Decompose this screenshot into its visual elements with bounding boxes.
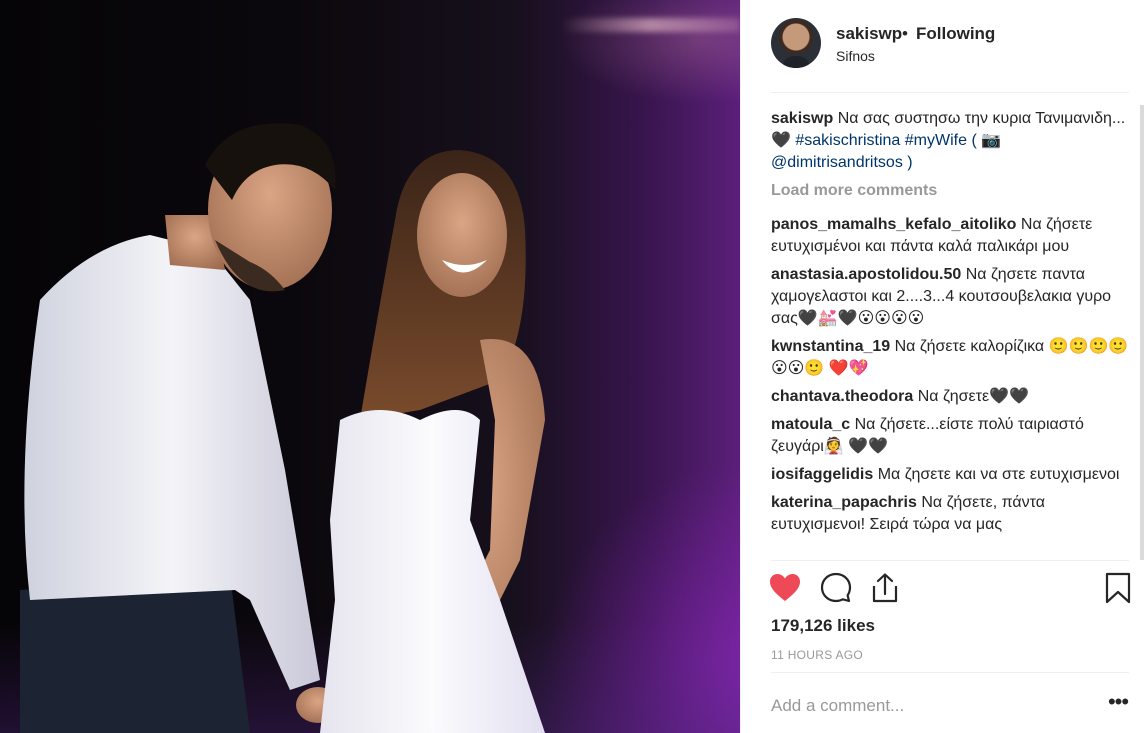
comments-scrollbar[interactable] — [1140, 105, 1144, 560]
post-header: sakiswp • Following Sifnos — [741, 0, 1144, 93]
bookmark-icon[interactable] — [1100, 570, 1136, 606]
comment-item: chantava.theodora Να ζησετε🖤🖤 — [771, 386, 1131, 408]
caption-paren-open: ( — [967, 132, 982, 149]
comment-item: kwnstantina_19 Να ζήσετε καλορίζικα 🙂🙂🙂🙂… — [771, 336, 1131, 380]
hashtag-link[interactable]: #myWife — [905, 132, 967, 149]
header-divider — [771, 92, 1129, 93]
woman-face — [417, 173, 507, 297]
comment-text: Να ζησετε🖤🖤 — [917, 388, 1029, 405]
avatar[interactable] — [771, 18, 821, 68]
comment-item: iosifaggelidis Μα ζησετε και να στε ευτυ… — [771, 464, 1131, 486]
comment-username[interactable]: panos_mamalhs_kefalo_aitoliko — [771, 216, 1016, 233]
comment-username[interactable]: kwnstantina_19 — [771, 338, 890, 355]
comment-text: Μα ζησετε και να στε ευτυχισμενοι — [877, 466, 1120, 483]
header-username[interactable]: sakiswp — [836, 24, 902, 44]
mention-link[interactable]: @dimitrisandritsos — [771, 154, 903, 171]
hashtag-link[interactable]: #sakischristina — [795, 132, 900, 149]
caption: sakiswp Να σας συστησω την κυρια Τανιμαν… — [771, 108, 1131, 174]
add-comment-input[interactable] — [771, 694, 1071, 718]
caption-paren-close: ) — [902, 154, 913, 171]
comment-username[interactable]: iosifaggelidis — [771, 466, 873, 483]
comment-item: anastasia.apostolidou.50 Να ζησετε παντα… — [771, 264, 1131, 330]
camera-icon: 📷 — [981, 132, 1002, 149]
scrollbar-thumb[interactable] — [1140, 105, 1144, 560]
comments-list[interactable]: sakiswp Να σας συστησω την κυρια Τανιμαν… — [771, 108, 1131, 560]
comment-item: matoula_c Να ζήσετε...είστε πολύ ταιριασ… — [771, 414, 1131, 458]
caption-username[interactable]: sakiswp — [771, 110, 833, 127]
following-button[interactable]: Following — [916, 24, 995, 44]
comment-username[interactable]: chantava.theodora — [771, 388, 913, 405]
caption-text: Να σας συστησω την κυρια Τανιμανιδη... — [837, 110, 1126, 127]
post-timestamp[interactable]: 11 HOURS AGO — [771, 648, 863, 662]
share-icon[interactable] — [867, 570, 903, 606]
load-more-comments-button[interactable]: Load more comments — [771, 180, 1131, 202]
couple-illustration — [20, 123, 545, 733]
comment-item: katerina_papachris Να ζήσετε, πάντα ευτυ… — [771, 492, 1131, 536]
post-photo[interactable] — [0, 0, 740, 733]
comment-input-divider — [771, 672, 1129, 673]
more-options-icon[interactable]: ••• — [1103, 690, 1133, 720]
heart-filled-icon[interactable] — [767, 570, 803, 606]
caption-heart: 🖤 — [771, 132, 791, 149]
post-details-panel: sakiswp • Following Sifnos sakiswp Να σα… — [740, 0, 1144, 733]
action-bar — [741, 560, 1144, 620]
comment-username[interactable]: katerina_papachris — [771, 494, 917, 511]
likes-count[interactable]: 179,126 likes — [771, 616, 875, 636]
comment-item: panos_mamalhs_kefalo_aitoliko Να ζήσετε … — [771, 214, 1131, 258]
comment-username[interactable]: anastasia.apostolidou.50 — [771, 266, 961, 283]
comment-username[interactable]: matoula_c — [771, 416, 850, 433]
location-link[interactable]: Sifnos — [836, 48, 875, 64]
comment-bubble-icon[interactable] — [818, 570, 854, 606]
header-separator: • — [902, 24, 908, 43]
